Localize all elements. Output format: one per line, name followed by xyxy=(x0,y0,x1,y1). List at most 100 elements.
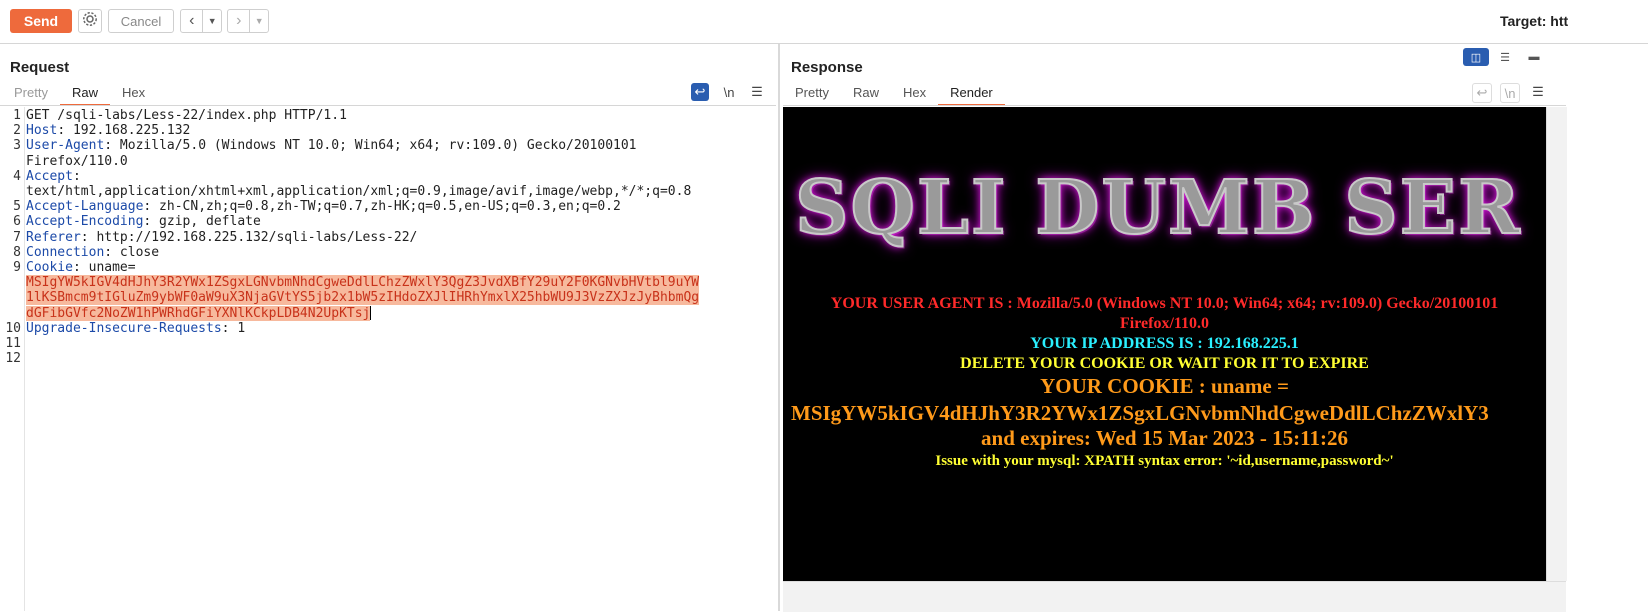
header-value: http://192.168.225.132/sqli-labs/Less-22… xyxy=(88,229,418,245)
response-tab-divider xyxy=(783,105,1566,106)
code-line[interactable]: Referer: http://192.168.225.132/sqli-lab… xyxy=(26,230,417,245)
send-button[interactable]: Send xyxy=(10,9,72,33)
header-value: Mozilla/5.0 (Windows NT 10.0; Win64; x64… xyxy=(112,138,637,154)
user-agent-line-cont: Firefox/110.0 xyxy=(1119,315,1210,332)
request-editor[interactable]: 1 GET /sqli-labs/Less-22/index.php HTTP/1… xyxy=(0,107,776,611)
ip-address-line: YOUR IP ADDRESS IS : 192.168.225.1 xyxy=(1030,335,1299,352)
header-value: zh-CN,zh;q=0.8,zh-TW;q=0.7,zh-HK;q=0.5,e… xyxy=(151,199,621,215)
view-horizontal-button[interactable]: ☰ xyxy=(1492,48,1518,66)
code-line[interactable]: dGFibGVfc2NoZW1hPWRhdGFiYXNlKCkpLDB4N2Up… xyxy=(26,305,372,321)
header-value: Firefox/110.0 xyxy=(26,153,128,169)
newline-toggle[interactable]: \n xyxy=(1500,83,1520,103)
expires-line: and expires: Wed 15 Mar 2023 - 15:11:26 xyxy=(981,426,1348,450)
chevron-right-icon: › xyxy=(236,12,242,29)
single-pane-icon: ▬ xyxy=(1528,51,1540,63)
line-number: 3 xyxy=(13,138,21,154)
view-tabs-button[interactable]: ▬ xyxy=(1521,48,1547,66)
code-line[interactable]: Accept-Language: zh-CN,zh;q=0.8,zh-TW;q=… xyxy=(26,199,621,214)
sqli-banner: SQLI DUMB SER xyxy=(794,164,1522,252)
header-value: 192.168.225.132 xyxy=(65,123,191,139)
cookie-value: MSIgYW5kIGV4dHJhY3R2YWx1ZSgxLGNvbmNhdCgw… xyxy=(791,401,1489,425)
settings-gear-button[interactable] xyxy=(78,9,102,33)
view-side-by-side-button[interactable]: ◫ xyxy=(1463,48,1489,66)
header-name: Accept-Language xyxy=(26,199,144,215)
code-line[interactable]: Upgrade-Insecure-Requests: 1 xyxy=(26,321,245,336)
code-line[interactable]: GET /sqli-labs/Less-22/index.php HTTP/1.… xyxy=(26,108,347,123)
tab-hex[interactable]: Hex xyxy=(891,82,938,104)
line-number: 7 xyxy=(13,229,21,245)
response-title: Response xyxy=(791,59,863,76)
response-tabs: Pretty Raw Hex Render xyxy=(783,82,1005,106)
header-value: close xyxy=(112,244,160,260)
code-line[interactable]: MSIgYW5kIGV4dHJhY3R2YWx1ZSgxLGNvbmNhdCgw… xyxy=(26,275,700,291)
gear-icon xyxy=(82,11,98,32)
line-number: 11 xyxy=(5,336,21,351)
forward-nav-button[interactable]: › ▼ xyxy=(227,9,269,33)
line-number: 9 xyxy=(13,260,21,275)
line-number: 2 xyxy=(13,123,21,139)
columns-icon: ◫ xyxy=(1470,51,1482,64)
header-name: Host xyxy=(26,123,58,139)
code-line[interactable]: Host: 192.168.225.132 xyxy=(26,123,190,138)
header-name: Accept-Encoding xyxy=(26,214,144,230)
header-name: Accept xyxy=(26,168,73,184)
code-line[interactable]: Accept-Encoding: gzip, deflate xyxy=(26,214,261,229)
highlighted-payload: 1lKSBmcm9tIGluZm9ybWF0aW9uX3NjaGVtYS5jb2… xyxy=(26,290,700,306)
line-number: 8 xyxy=(13,244,21,260)
back-nav-button[interactable]: ‹ ▼ xyxy=(180,9,222,33)
code-line[interactable]: Cookie: uname= xyxy=(26,260,136,275)
vertical-scrollbar[interactable] xyxy=(1546,107,1567,581)
toolbar: Send Cancel ‹ ▼ › ▼ Target: htt xyxy=(0,0,1648,44)
wrap-icon: ↩ xyxy=(1476,85,1488,100)
chevron-down-icon[interactable]: ▼ xyxy=(202,10,221,32)
mysql-error-line: Issue with your mysql: XPATH syntax erro… xyxy=(935,453,1394,469)
cancel-button[interactable]: Cancel xyxy=(108,9,174,33)
code-line[interactable]: Firefox/110.0 xyxy=(26,154,128,169)
header-value: uname= xyxy=(80,260,136,275)
header-value: text/html,application/xhtml+xml,applicat… xyxy=(26,184,692,199)
header-name: Referer xyxy=(26,229,81,245)
chevron-down-icon[interactable]: ▼ xyxy=(249,10,268,32)
header-name: Connection xyxy=(26,244,105,260)
text-caret xyxy=(370,306,372,321)
delete-cookie-line: DELETE YOUR COOKIE OR WAIT FOR IT TO EXP… xyxy=(960,355,1369,372)
pane-divider[interactable] xyxy=(778,44,780,611)
highlighted-payload: MSIgYW5kIGV4dHJhY3R2YWx1ZSgxLGNvbmNhdCgw… xyxy=(26,275,700,291)
code-line[interactable]: text/html,application/xhtml+xml,applicat… xyxy=(26,184,691,199)
header-name: User-Agent xyxy=(26,138,105,154)
menu-icon[interactable]: ☰ xyxy=(748,83,766,101)
cookie-line: YOUR COOKIE : uname = xyxy=(1040,374,1289,398)
word-wrap-toggle[interactable]: ↩ xyxy=(1472,83,1492,103)
header-value: 1 xyxy=(229,320,246,336)
header-value: GET /sqli-labs/Less-22/index.php HTTP/1.… xyxy=(26,108,347,123)
code-line[interactable]: 1lKSBmcm9tIGluZm9ybWF0aW9uX3NjaGVtYS5jb2… xyxy=(26,290,700,306)
render-view[interactable]: SQLI DUMB SER YOUR USER AGENT IS : Mozil… xyxy=(783,107,1546,581)
chevron-left-icon: ‹ xyxy=(189,12,195,29)
tab-pretty[interactable]: Pretty xyxy=(2,82,60,104)
request-tabs: Pretty Raw Hex xyxy=(2,82,157,106)
tab-raw[interactable]: Raw xyxy=(841,82,891,104)
tab-pretty[interactable]: Pretty xyxy=(783,82,841,104)
code-line[interactable]: User-Agent: Mozilla/5.0 (Windows NT 10.0… xyxy=(26,138,637,153)
tab-render[interactable]: Render xyxy=(938,82,1005,106)
menu-icon[interactable]: ☰ xyxy=(1529,83,1547,101)
line-number: 4 xyxy=(13,168,21,184)
target-label[interactable]: Target: htt xyxy=(1500,13,1568,29)
line-number: 5 xyxy=(13,199,21,215)
line-number: 6 xyxy=(13,214,21,230)
header-name: Cookie xyxy=(26,260,73,275)
horizontal-scrollbar[interactable] xyxy=(783,581,1566,612)
request-tab-divider xyxy=(0,105,776,106)
rows-icon: ☰ xyxy=(1500,51,1510,64)
user-agent-line: YOUR USER AGENT IS : Mozilla/5.0 (Window… xyxy=(830,295,1499,312)
newline-toggle[interactable]: \n xyxy=(720,83,738,101)
tab-raw[interactable]: Raw xyxy=(59,82,110,106)
word-wrap-toggle[interactable]: ↩ xyxy=(691,83,709,101)
code-line[interactable]: Connection: close xyxy=(26,245,159,260)
code-line[interactable]: Accept: xyxy=(26,169,81,184)
header-name: Upgrade-Insecure-Requests xyxy=(26,320,222,336)
wrap-icon: ↩ xyxy=(694,84,706,99)
tab-hex[interactable]: Hex xyxy=(110,82,157,104)
line-number: 1 xyxy=(13,108,21,123)
line-number: 12 xyxy=(5,351,21,367)
